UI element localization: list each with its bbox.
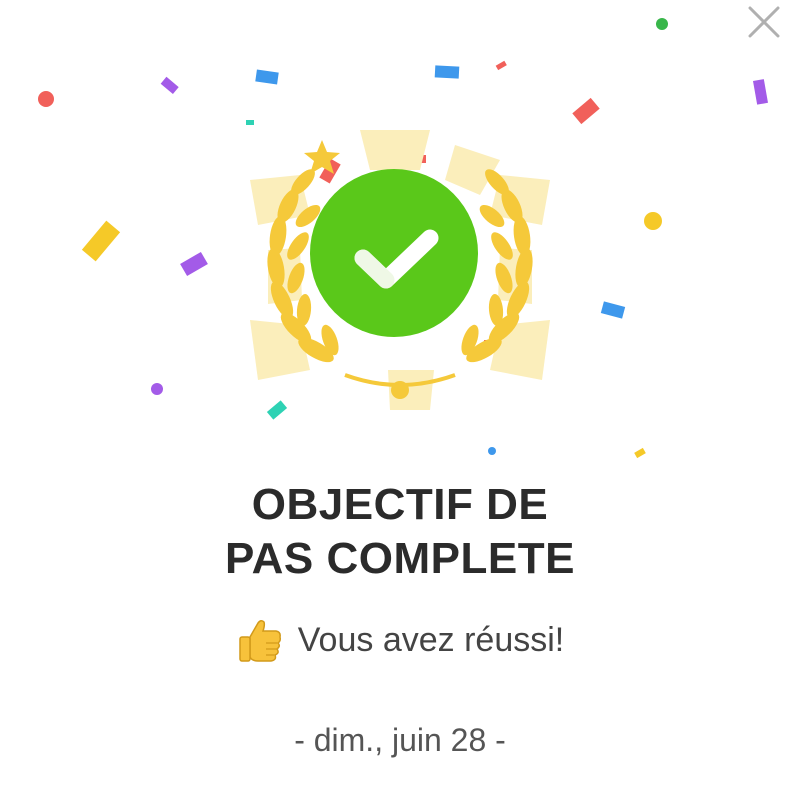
badge-circle bbox=[310, 169, 478, 337]
success-message: Vous avez réussi! bbox=[297, 620, 565, 659]
subtitle-row: Vous avez réussi! bbox=[0, 612, 800, 668]
date-label: - dim., juin 28 - bbox=[294, 722, 506, 758]
title-line-2: PAS COMPLETE bbox=[225, 534, 575, 583]
goal-complete-screen: OBJECTIF DE PAS COMPLETE Vous avez réuss… bbox=[0, 0, 800, 800]
badge-graphic bbox=[250, 130, 550, 410]
title-line-1: OBJECTIF DE bbox=[251, 480, 549, 529]
thumbs-up-icon bbox=[239, 619, 281, 662]
goal-title: OBJECTIF DE PAS COMPLETE bbox=[0, 478, 800, 586]
close-button[interactable] bbox=[744, 2, 784, 42]
star-icon bbox=[304, 140, 340, 174]
close-icon bbox=[748, 6, 780, 38]
laurel-bead bbox=[391, 381, 409, 399]
